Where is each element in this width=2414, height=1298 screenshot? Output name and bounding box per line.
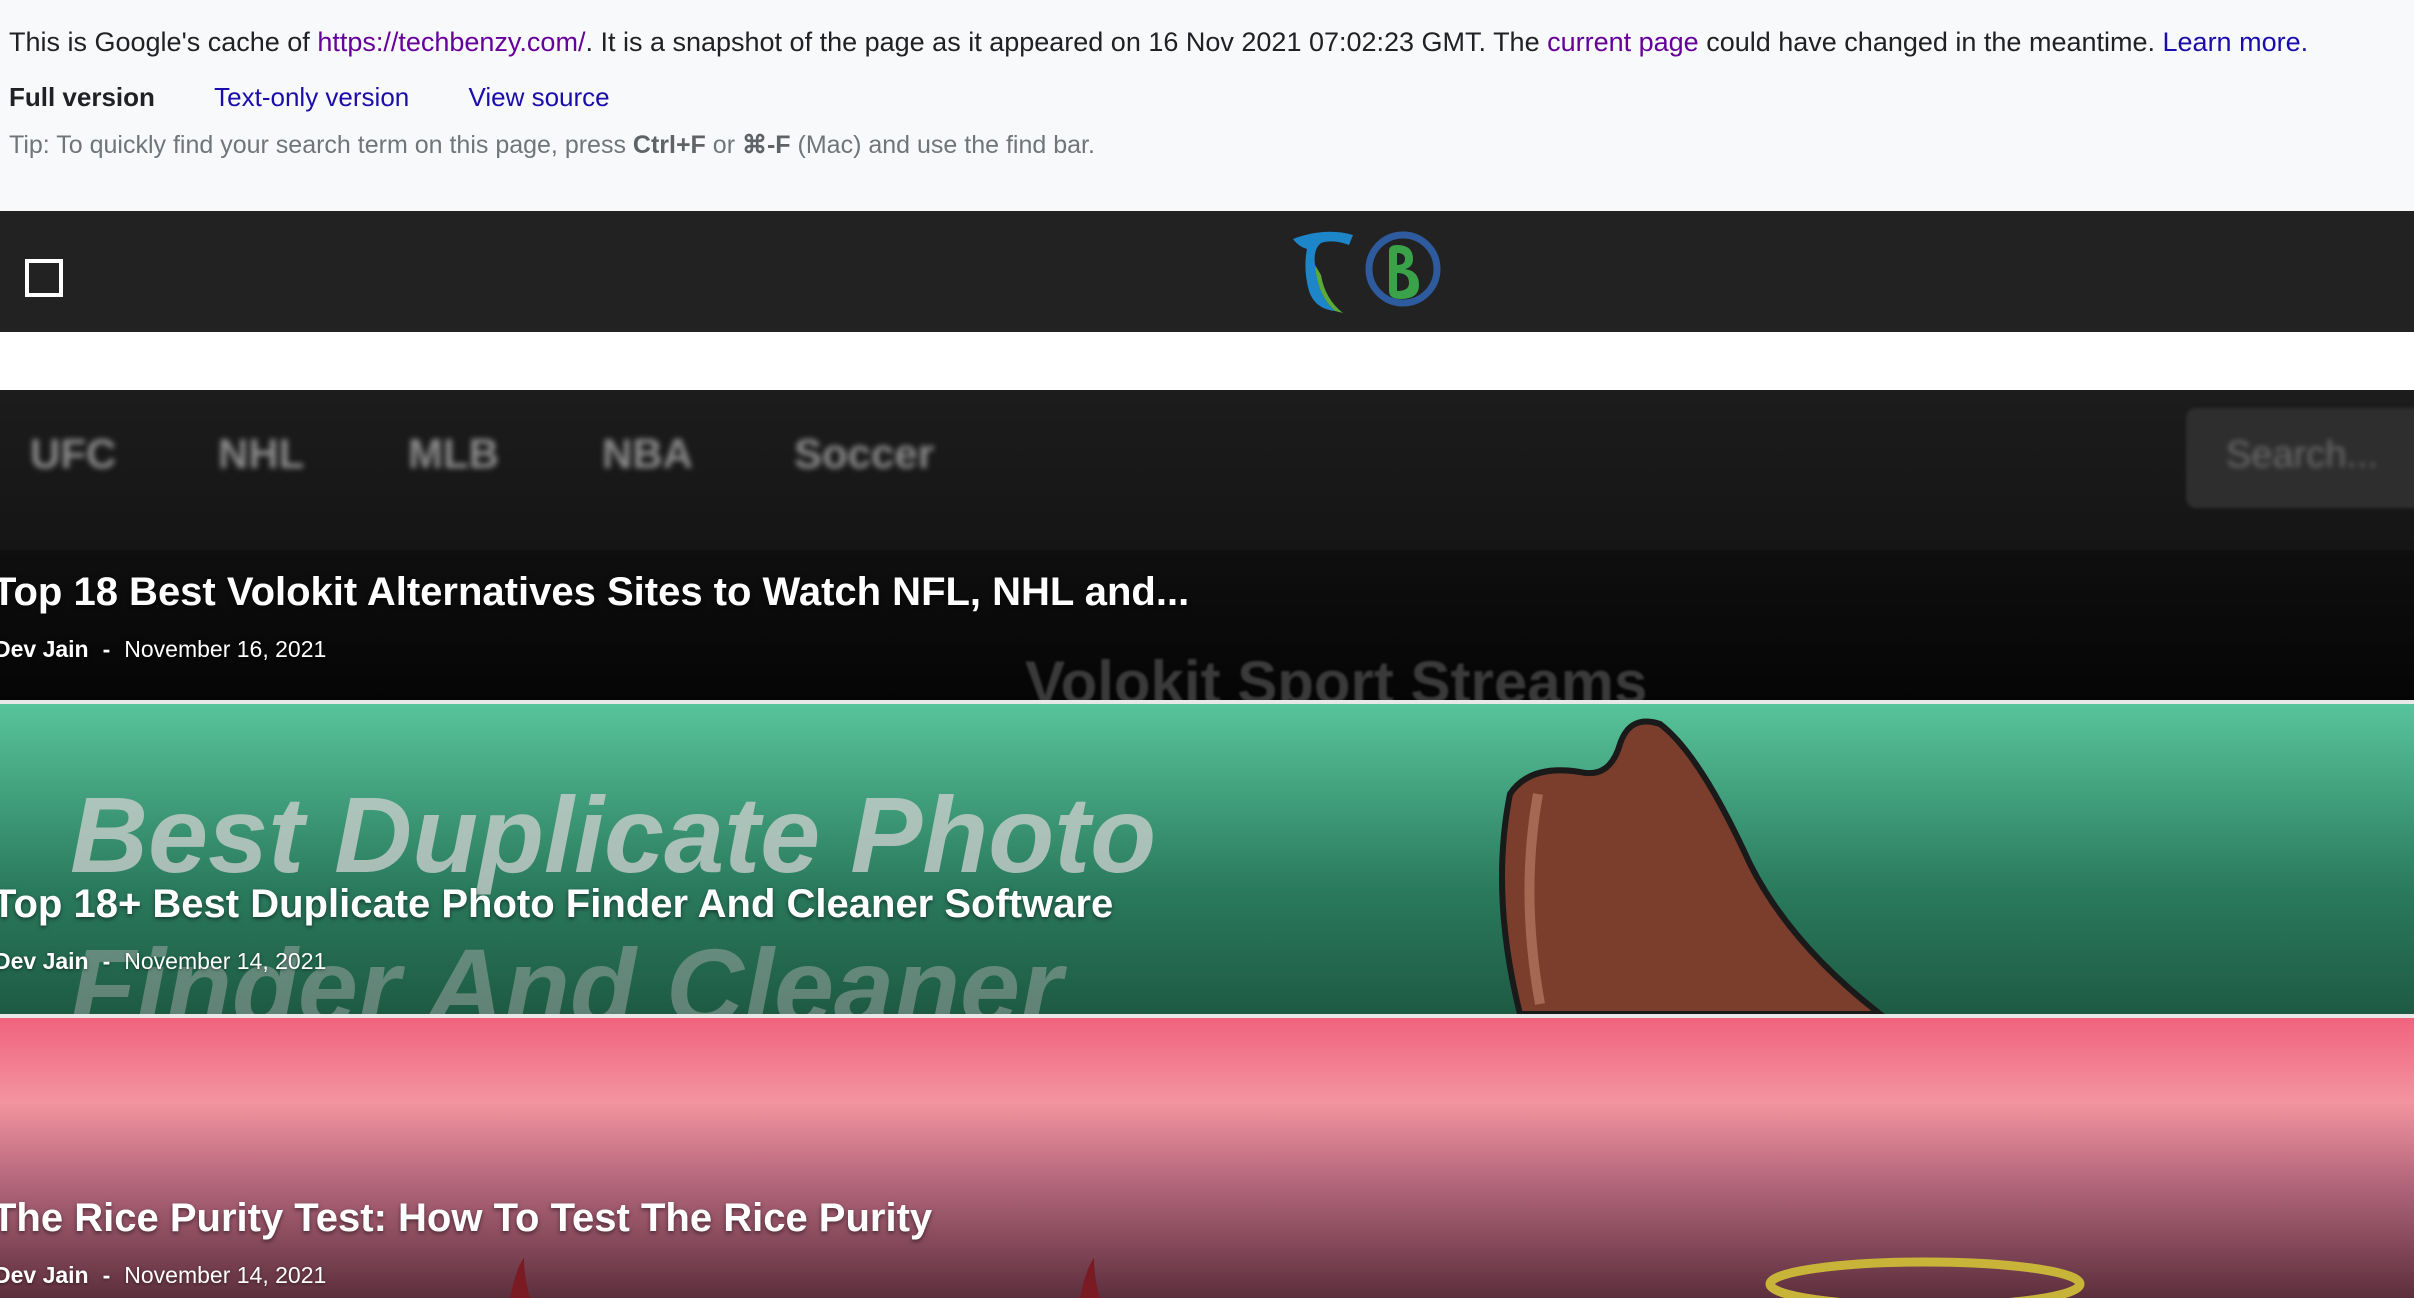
nav-item-nba[interactable]: NBA xyxy=(602,430,693,478)
text-only-version-link[interactable]: Text-only version xyxy=(214,82,409,112)
meta-separator: - xyxy=(102,948,111,974)
post-title[interactable]: Top 18+ Best Duplicate Photo Finder And … xyxy=(0,882,1113,927)
boot-illustration xyxy=(1499,718,1885,1014)
tip-shortcut-cmd-f: ⌘-F xyxy=(741,131,791,159)
tip-prefix-text: Tip: To quickly find your search term on… xyxy=(9,131,633,159)
post-card[interactable]: Volokit Sport Streams Top 18 Best Voloki… xyxy=(0,550,2414,700)
nav-item-ufc[interactable]: UFC xyxy=(30,430,116,478)
nav-item-nhl[interactable]: NHL xyxy=(218,430,304,478)
post-author[interactable]: Dev Jain xyxy=(0,1262,89,1288)
horn-illustration xyxy=(510,1258,530,1298)
cache-notice: This is Google's cache of https://techbe… xyxy=(9,24,2308,60)
search-input[interactable]: Search... xyxy=(2186,408,2414,508)
search-placeholder: Search... xyxy=(2226,434,2379,476)
post-date: November 14, 2021 xyxy=(124,948,327,974)
cache-snapshot-text: . It is a snapshot of the page as it app… xyxy=(585,27,1548,57)
post-meta: Dev Jain - November 14, 2021 xyxy=(0,948,326,975)
nav-item-mlb[interactable]: MLB xyxy=(408,430,499,478)
header-spacer xyxy=(0,332,2414,390)
techbenzy-logo[interactable] xyxy=(1285,225,1445,320)
post-meta: Dev Jain - November 16, 2021 xyxy=(0,636,326,663)
post-meta: Dev Jain - November 14, 2021 xyxy=(0,1262,326,1289)
post-card[interactable]: Best Duplicate Photo Finder And Cleaner … xyxy=(0,704,2414,1014)
post-title[interactable]: The Rice Purity Test: How To Test The Ri… xyxy=(0,1196,932,1241)
menu-square-icon[interactable] xyxy=(25,259,63,297)
post-author[interactable]: Dev Jain xyxy=(0,636,89,662)
site-header xyxy=(0,211,2414,332)
meta-separator: - xyxy=(102,1262,111,1288)
cache-banner: This is Google's cache of https://techbe… xyxy=(0,0,2414,211)
post-author[interactable]: Dev Jain xyxy=(0,948,89,974)
sports-nav: UFC NHL MLB NBA Soccer xyxy=(0,390,2414,550)
current-page-link[interactable]: current page xyxy=(1547,27,1699,57)
tip-shortcut-ctrl-f: Ctrl+F xyxy=(632,131,706,159)
post-title[interactable]: Top 18 Best Volokit Alternatives Sites t… xyxy=(0,570,1189,615)
find-tip: Tip: To quickly find your search term on… xyxy=(9,128,1095,162)
post-image-text: Best Duplicate Photo xyxy=(70,774,1157,895)
learn-more-link[interactable]: Learn more. xyxy=(2163,27,2309,57)
post-card[interactable]: The Rice Purity Test: How To Test The Ri… xyxy=(0,1018,2414,1298)
tip-suffix-text: (Mac) and use the find bar. xyxy=(790,131,1095,159)
cached-url-link[interactable]: https://techbenzy.com/ xyxy=(317,27,585,57)
halo-illustration xyxy=(1765,1257,2085,1298)
post-image-text: Volokit Sport Streams xyxy=(1025,649,1648,700)
version-switcher: Full version Text-only version View sour… xyxy=(9,80,610,114)
post-date: November 14, 2021 xyxy=(124,1262,327,1288)
nav-item-soccer[interactable]: Soccer xyxy=(794,430,934,478)
horn-illustration xyxy=(1080,1258,1100,1298)
meta-separator: - xyxy=(102,636,111,662)
full-version-label: Full version xyxy=(9,82,155,112)
cache-intro-text: This is Google's cache of xyxy=(9,27,318,57)
cache-outro-text: could have changed in the meantime. xyxy=(1698,27,2163,57)
post-date: November 16, 2021 xyxy=(124,636,327,662)
tip-or-text: or xyxy=(705,131,742,159)
view-source-link[interactable]: View source xyxy=(468,82,609,112)
